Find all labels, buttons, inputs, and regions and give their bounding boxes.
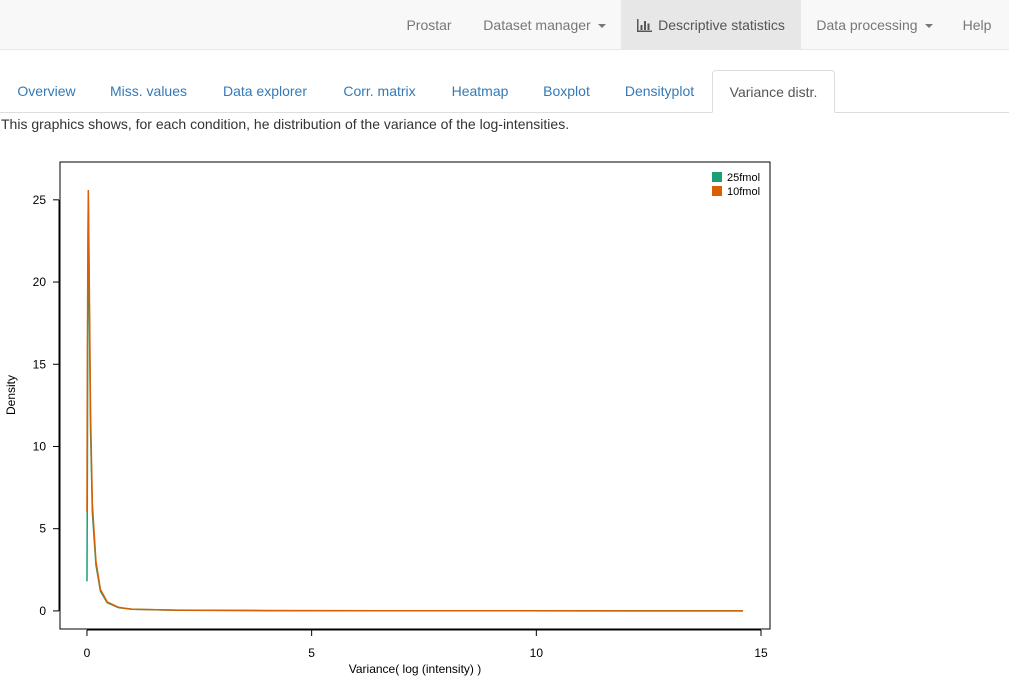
tab-label: Boxplot (543, 83, 590, 99)
tab-label: Miss. values (109, 83, 188, 99)
x-tick-label: 10 (530, 646, 544, 660)
nav-prostar[interactable]: Prostar (390, 0, 468, 50)
tab-label: Densityplot (624, 83, 695, 99)
legend-label-10fmol: 10fmol (727, 186, 760, 198)
legend-swatch-25fmol (712, 172, 722, 182)
y-tick-label: 0 (39, 604, 46, 618)
nav-descriptive-statistics[interactable]: Descriptive statistics (621, 0, 801, 50)
series-line-25fmol (86, 199, 744, 612)
nav-dataset-manager[interactable]: Dataset manager (468, 0, 621, 50)
tab-label: Variance distr. (729, 84, 818, 100)
tab-heatmap[interactable]: Heatmap (434, 70, 526, 112)
plot-frame (59, 161, 771, 630)
series-line-10fmol (86, 189, 744, 612)
x-tick-label: 0 (84, 646, 91, 660)
tab-corr-matrix[interactable]: Corr. matrix (325, 70, 434, 112)
tab-boxplot[interactable]: Boxplot (526, 70, 607, 112)
y-tick-label: 20 (33, 275, 47, 289)
legend-swatch-10fmol (712, 186, 722, 196)
plot-axes: 0 5 10 15 0 5 10 15 20 25 (33, 193, 768, 660)
y-tick-label: 25 (33, 193, 47, 207)
x-tick-label: 15 (754, 646, 768, 660)
nav-data-processing-label: Data processing (816, 17, 918, 33)
top-navbar: Prostar Dataset manager Descriptive stat… (0, 0, 1009, 50)
tab-data-explorer[interactable]: Data explorer (205, 70, 325, 112)
chevron-down-icon (924, 24, 933, 29)
nav-help[interactable]: Help (948, 0, 1006, 50)
plot-series (86, 189, 744, 612)
nav-help-label: Help (962, 17, 992, 33)
x-axis-label: Variance( log (intensity) ) (349, 662, 482, 676)
tab-densityplot[interactable]: Densityplot (607, 70, 712, 112)
chevron-down-icon (597, 24, 606, 29)
plot-legend: 25fmol 10fmol (712, 172, 760, 198)
tab-variance-distr[interactable]: Variance distr. (712, 70, 835, 113)
y-tick-label: 5 (39, 522, 46, 536)
y-tick-label: 15 (33, 357, 47, 371)
nav-prostar-label: Prostar (406, 17, 452, 33)
legend-label-25fmol: 25fmol (727, 172, 760, 184)
nav-descriptive-statistics-label: Descriptive statistics (658, 17, 785, 33)
nav-dataset-manager-label: Dataset manager (483, 17, 591, 33)
tab-label: Overview (17, 83, 76, 99)
x-tick-label: 5 (308, 646, 315, 660)
analysis-tabs: Overview Miss. values Data explorer Corr… (0, 70, 1009, 113)
nav-data-processing[interactable]: Data processing (801, 0, 948, 50)
tab-label: Corr. matrix (343, 83, 416, 99)
y-axis-label: Density (4, 375, 18, 415)
tab-overview[interactable]: Overview (1, 70, 92, 112)
tab-miss-values[interactable]: Miss. values (92, 70, 205, 112)
y-tick-label: 10 (33, 439, 47, 453)
plot-description: This graphics shows, for each condition,… (1, 116, 570, 132)
tab-label: Data explorer (222, 83, 308, 99)
tab-label: Heatmap (451, 83, 509, 99)
variance-density-plot: 0 5 10 15 0 5 10 15 20 25 25fmol 10fmol Variance( … (4, 161, 771, 676)
bar-chart-icon (637, 19, 653, 32)
